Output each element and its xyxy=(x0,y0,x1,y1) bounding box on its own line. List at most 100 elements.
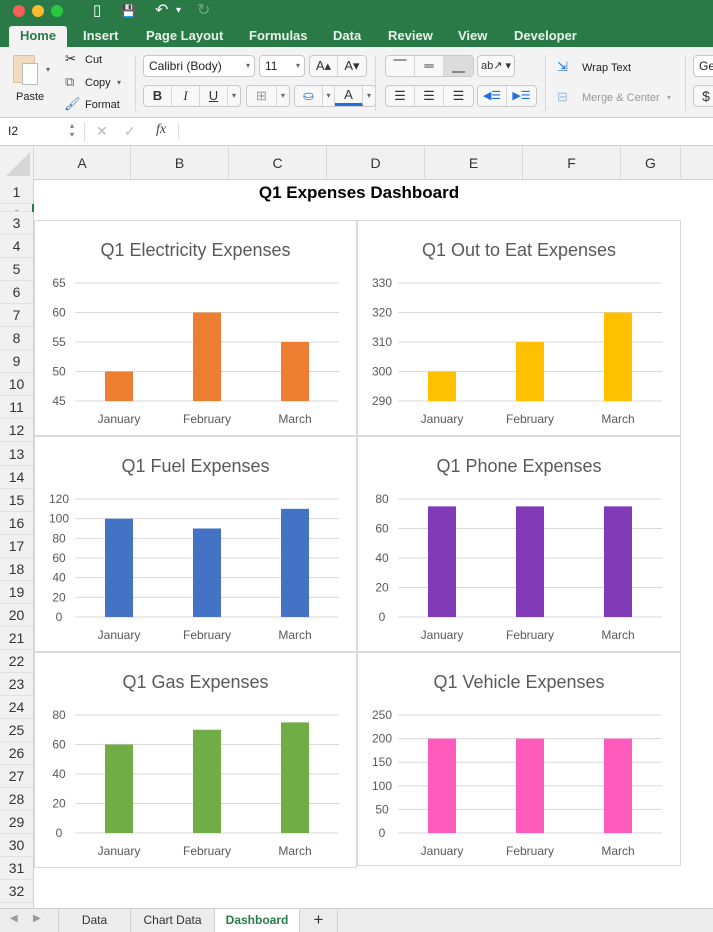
row-header-20[interactable]: 20 xyxy=(0,604,33,627)
minimize-window-button[interactable] xyxy=(32,5,44,17)
cut-button[interactable]: Cut xyxy=(85,53,102,67)
row-header-27[interactable]: 27 xyxy=(0,765,33,789)
column-header-a[interactable]: A xyxy=(34,146,131,180)
previous-sheet-icon[interactable]: ◀ xyxy=(10,913,18,924)
row-header-5[interactable]: 5 xyxy=(0,258,33,282)
chart-phone[interactable]: Q1 Phone Expenses 0 20 40 60 80 January Februar… xyxy=(357,436,681,652)
dashboard-title-cell[interactable]: Q1 Expenses Dashboard xyxy=(34,183,684,203)
cancel-icon[interactable]: ✕ xyxy=(96,123,108,140)
row-header-22[interactable]: 22 xyxy=(0,650,33,673)
font-color-dropdown-icon[interactable]: ▾ xyxy=(363,86,375,106)
select-all-corner[interactable] xyxy=(0,146,34,180)
bar-january[interactable] xyxy=(428,506,456,617)
paste-button[interactable]: Paste xyxy=(10,53,54,108)
align-left-button[interactable]: ☰ xyxy=(386,86,415,106)
bar-february[interactable] xyxy=(193,729,221,833)
tab-formulas[interactable]: Formulas xyxy=(241,26,316,47)
name-box[interactable]: I2 xyxy=(8,124,18,138)
row-header-13[interactable]: 13 xyxy=(0,443,33,466)
font-color-icon[interactable]: A xyxy=(335,86,363,106)
bar-february[interactable] xyxy=(516,738,544,833)
underline-button[interactable]: U xyxy=(200,86,228,106)
column-header-g[interactable]: G xyxy=(621,146,681,180)
row-header-6[interactable]: 6 xyxy=(0,281,33,305)
align-top-button[interactable]: ⎺ xyxy=(386,56,415,76)
sheet-tab-chart-data[interactable]: Chart Data xyxy=(131,909,215,932)
row-header-9[interactable]: 9 xyxy=(0,350,33,374)
shrink-font-button[interactable]: A▾ xyxy=(338,56,366,76)
formula-input[interactable] xyxy=(186,124,706,140)
wrap-text-button[interactable]: Wrap Text xyxy=(582,61,631,75)
function-icon[interactable]: fx xyxy=(156,122,166,138)
orientation-button[interactable]: ab↗ ▾ xyxy=(477,55,515,77)
grow-font-button[interactable]: A▴ xyxy=(310,56,338,76)
row-header-21[interactable]: 21 xyxy=(0,627,33,650)
bar-march[interactable] xyxy=(604,312,632,402)
row-header-17[interactable]: 17 xyxy=(0,535,33,558)
row-header-28[interactable]: 28 xyxy=(0,788,33,812)
align-right-button[interactable]: ☰ xyxy=(444,86,473,106)
sidebar-toggle-icon[interactable]: ▯ xyxy=(93,2,101,20)
increase-indent-icon[interactable]: ▶☰ xyxy=(507,86,536,106)
font-size-select[interactable]: 11 ▾ xyxy=(259,55,305,77)
row-header-30[interactable]: 30 xyxy=(0,834,33,858)
redo-icon[interactable]: ↻ xyxy=(197,2,210,20)
bar-march[interactable] xyxy=(604,506,632,617)
column-header-b[interactable]: B xyxy=(131,146,229,180)
bold-button[interactable]: B xyxy=(144,86,172,106)
row-header-19[interactable]: 19 xyxy=(0,581,33,604)
column-header-e[interactable]: E xyxy=(425,146,523,180)
merge-dropdown-icon[interactable]: ▾ xyxy=(667,91,671,105)
row-header-26[interactable]: 26 xyxy=(0,742,33,766)
tab-insert[interactable]: Insert xyxy=(75,26,126,47)
bar-march[interactable] xyxy=(281,508,309,617)
row-header-14[interactable]: 14 xyxy=(0,466,33,489)
bar-march[interactable] xyxy=(604,738,632,833)
row-header-11[interactable]: 11 xyxy=(0,396,33,420)
undo-dropdown-icon[interactable]: ▾ xyxy=(176,2,181,20)
bar-february[interactable] xyxy=(193,312,221,402)
enter-icon[interactable]: ✓ xyxy=(124,123,136,140)
tab-review[interactable]: Review xyxy=(380,26,441,47)
bar-february[interactable] xyxy=(516,506,544,617)
add-sheet-button[interactable]: + xyxy=(300,909,338,932)
close-window-button[interactable] xyxy=(13,5,25,17)
row-header-3[interactable]: 3 xyxy=(0,212,33,236)
row-header-24[interactable]: 24 xyxy=(0,696,33,720)
bar-january[interactable] xyxy=(105,744,133,834)
bar-february[interactable] xyxy=(516,342,544,401)
row-header-8[interactable]: 8 xyxy=(0,327,33,351)
currency-button[interactable]: $ xyxy=(693,85,713,107)
row-header-31[interactable]: 31 xyxy=(0,857,33,881)
bar-march[interactable] xyxy=(281,722,309,833)
bar-january[interactable] xyxy=(428,738,456,833)
fill-dropdown-icon[interactable]: ▾ xyxy=(323,86,335,106)
chart-vehicle[interactable]: Q1 Vehicle Expenses 0 50 100 150 200 250 Januar… xyxy=(357,652,681,866)
bar-february[interactable] xyxy=(193,528,221,618)
next-sheet-icon[interactable]: ▶ xyxy=(33,913,41,924)
save-icon[interactable]: 💾 xyxy=(121,2,136,20)
column-header-d[interactable]: D xyxy=(327,146,425,180)
row-header-25[interactable]: 25 xyxy=(0,719,33,743)
row-header-1[interactable]: 1 xyxy=(0,180,33,204)
tab-data[interactable]: Data xyxy=(325,26,369,47)
tab-developer[interactable]: Developer xyxy=(506,26,585,47)
font-name-select[interactable]: Calibri (Body) ▾ xyxy=(143,55,255,77)
paste-dropdown-icon[interactable]: ▾ xyxy=(46,63,50,77)
italic-button[interactable]: I xyxy=(172,86,200,106)
row-header-32[interactable]: 32 xyxy=(0,880,33,904)
row-header-10[interactable]: 10 xyxy=(0,373,33,397)
align-bottom-button[interactable]: ⎽ xyxy=(444,56,473,76)
decrease-indent-icon[interactable]: ◀☰ xyxy=(478,86,507,106)
column-header-c[interactable]: C xyxy=(229,146,327,180)
row-header-12[interactable]: 12 xyxy=(0,419,33,443)
row-header-29[interactable]: 29 xyxy=(0,811,33,835)
sheet-tab-data[interactable]: Data xyxy=(59,909,131,932)
row-header-15[interactable]: 15 xyxy=(0,489,33,512)
column-header-f[interactable]: F xyxy=(523,146,621,180)
tab-home[interactable]: Home xyxy=(9,26,67,47)
copy-dropdown-icon[interactable]: ▾ xyxy=(117,76,121,90)
row-header-7[interactable]: 7 xyxy=(0,304,33,328)
chart-electricity[interactable]: Q1 Electricity Expenses 45 50 55 60 65 January… xyxy=(34,220,357,436)
number-format-select[interactable]: Ge xyxy=(693,55,713,77)
